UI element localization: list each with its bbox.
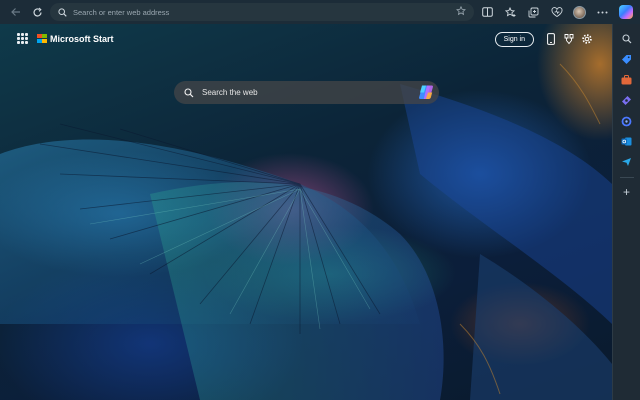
copilot-icon[interactable] xyxy=(614,1,637,23)
brand-name[interactable]: Microsoft Start xyxy=(50,34,114,44)
sidebar-search-icon[interactable] xyxy=(617,29,637,49)
more-icon[interactable] xyxy=(591,1,614,23)
add-icon[interactable]: + xyxy=(617,182,637,202)
split-screen-icon[interactable] xyxy=(476,1,499,23)
shopping-tag-icon[interactable] xyxy=(617,50,637,70)
games-icon[interactable] xyxy=(617,91,637,111)
brand-header: Microsoft Start xyxy=(17,33,114,44)
copilot-icon[interactable] xyxy=(418,84,434,100)
address-bar[interactable]: Search or enter web address xyxy=(50,3,474,21)
browser-window: Search or enter web address Microsoft St… xyxy=(0,0,640,400)
browser-toolbar: Search or enter web address xyxy=(0,0,640,24)
edge-sidebar: + xyxy=(612,24,640,400)
outlook-icon[interactable] xyxy=(617,132,637,152)
new-tab-page: Microsoft Start Sign in Search the web xyxy=(0,24,612,400)
search-icon xyxy=(58,7,67,17)
sign-in-button[interactable]: Sign in xyxy=(494,31,534,47)
send-icon[interactable] xyxy=(617,152,637,172)
toolbar-actions xyxy=(476,1,640,23)
tools-icon[interactable] xyxy=(617,70,637,90)
search-placeholder: Search the web xyxy=(202,88,258,97)
collections-icon[interactable] xyxy=(522,1,545,23)
page-top-right-actions: Sign in xyxy=(494,31,596,47)
back-icon[interactable] xyxy=(4,1,26,23)
profile-avatar[interactable] xyxy=(568,1,591,23)
rewards-icon[interactable] xyxy=(560,31,578,47)
copilot-ring-icon[interactable] xyxy=(617,111,637,131)
favorite-star-icon[interactable] xyxy=(456,5,466,19)
web-search-box[interactable]: Search the web xyxy=(174,81,439,104)
favorites-icon[interactable] xyxy=(499,1,522,23)
search-icon xyxy=(184,87,194,97)
settings-gear-icon[interactable] xyxy=(578,31,596,47)
refresh-icon[interactable] xyxy=(26,1,48,23)
mobile-phone-icon[interactable] xyxy=(542,31,560,47)
sidebar-divider xyxy=(619,176,634,178)
browser-essentials-icon[interactable] xyxy=(545,1,568,23)
address-placeholder: Search or enter web address xyxy=(73,7,170,17)
apps-waffle-icon[interactable] xyxy=(17,33,28,44)
microsoft-logo-icon xyxy=(37,33,47,44)
avatar xyxy=(573,5,586,19)
copilot-logo xyxy=(618,5,633,19)
